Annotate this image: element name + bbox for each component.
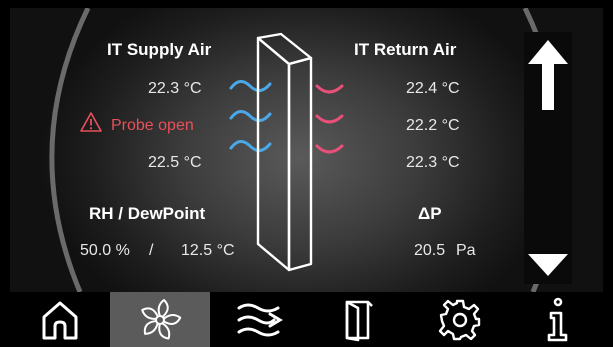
scroll-up-arrow-icon[interactable] <box>526 38 570 112</box>
supply-air-title: IT Supply Air <box>107 40 212 59</box>
supply-temp-bottom: 22.5 °C <box>148 154 202 171</box>
gear-icon <box>438 299 481 340</box>
return-air-title: IT Return Air <box>354 40 457 59</box>
bottom-nav <box>0 292 613 347</box>
rack-graphic <box>256 32 313 272</box>
nav-airflow[interactable] <box>210 292 310 347</box>
return-temp-bottom: 22.3 °C <box>406 154 460 171</box>
nav-home[interactable] <box>10 292 110 347</box>
dewpoint-value: 12.5 °C <box>181 242 235 259</box>
scroll-bar[interactable] <box>524 32 572 284</box>
nav-fan[interactable] <box>110 292 210 347</box>
rh-separator: / <box>149 242 154 259</box>
pressure-title: ΔP <box>418 204 442 223</box>
fan-icon <box>141 298 182 340</box>
warm-airflow-icon <box>315 84 344 154</box>
pressure-value: 20.5 <box>414 242 446 259</box>
nav-info[interactable] <box>508 292 608 347</box>
supply-temp-top: 22.3 °C <box>148 80 202 97</box>
door-icon <box>345 300 373 341</box>
airflow-icon <box>237 303 283 336</box>
main-panel: IT Supply Air 22.3 °C Probe open 22.5 °C <box>10 8 603 292</box>
nav-settings[interactable] <box>410 292 510 347</box>
info-icon <box>547 297 568 341</box>
home-icon <box>42 301 78 339</box>
return-temp-top: 22.4 °C <box>406 80 460 97</box>
nav-door[interactable] <box>310 292 410 347</box>
probe-open-warning: Probe open <box>111 117 194 134</box>
warning-icon <box>80 112 102 132</box>
pressure-unit: Pa <box>456 242 476 259</box>
scroll-down-arrow-icon[interactable] <box>526 252 570 278</box>
return-temp-mid: 22.2 °C <box>406 117 460 134</box>
hmi-screen: IT Supply Air 22.3 °C Probe open 22.5 °C <box>0 0 613 347</box>
rh-value: 50.0 % <box>80 242 130 259</box>
rh-dewpoint-title: RH / DewPoint <box>89 204 206 223</box>
